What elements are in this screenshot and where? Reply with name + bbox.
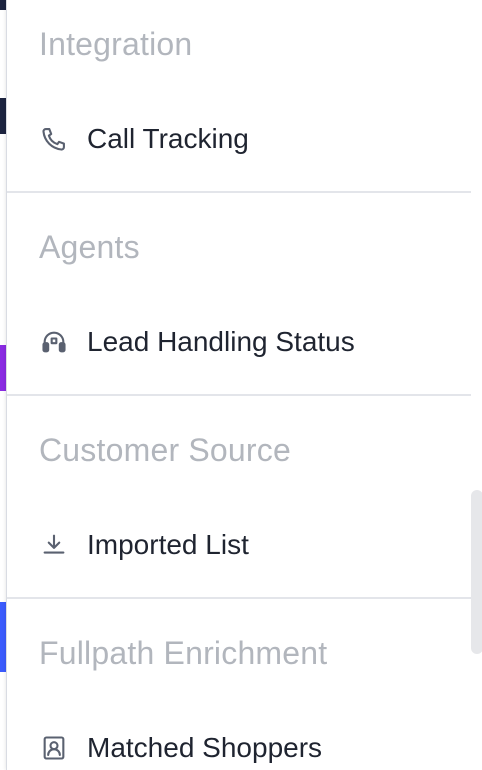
scrollbar-thumb[interactable] [471, 490, 482, 654]
menu-item-imported-list[interactable]: Imported List [39, 522, 249, 568]
menu-section-customer-source: Customer Source Imported List [7, 396, 471, 599]
menu-item-label: Lead Handling Status [87, 326, 355, 357]
menu-item-lead-handling-status[interactable]: Lead Handling Status [39, 319, 355, 365]
phone-icon [39, 124, 69, 154]
menu-section-integration: Integration Call Tracking [7, 0, 471, 193]
dropdown-menu: Integration Call Tracking Agents Lead Ha… [6, 0, 482, 770]
section-title: Agents [39, 229, 140, 265]
menu-section-agents: Agents Lead Handling Status [7, 193, 471, 396]
section-title: Fullpath Enrichment [39, 635, 328, 671]
menu-item-label: Matched Shoppers [87, 732, 323, 763]
section-title: Customer Source [39, 432, 291, 468]
menu-item-matched-shoppers[interactable]: Matched Shoppers [39, 725, 322, 770]
menu-section-fullpath-enrichment: Fullpath Enrichment Matched Shoppers [7, 599, 471, 770]
menu-item-label: Imported List [87, 529, 249, 560]
menu-item-call-tracking[interactable]: Call Tracking [39, 116, 249, 162]
menu-item-label: Call Tracking [87, 123, 249, 154]
download-icon [39, 530, 69, 560]
headset-icon [39, 327, 69, 357]
person-badge-icon [39, 733, 69, 763]
section-title: Integration [39, 26, 193, 62]
